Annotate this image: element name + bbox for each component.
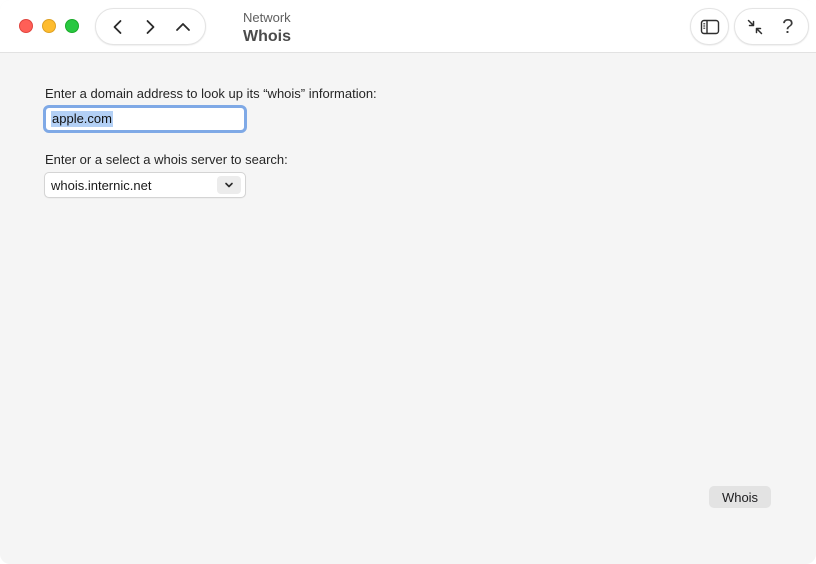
sidebar-toggle-icon [700, 19, 719, 34]
domain-input-value: apple.com [51, 111, 113, 127]
help-icon: ? [782, 15, 794, 38]
server-field-label: Enter or a select a whois server to sear… [45, 152, 288, 167]
chevron-left-icon [113, 19, 122, 34]
whois-server-combobox[interactable]: whois.internic.net [44, 172, 246, 198]
domain-input[interactable]: apple.com [43, 105, 247, 133]
zoom-window-button[interactable] [65, 19, 79, 33]
window-title-block: Network Whois [243, 10, 291, 47]
forward-button[interactable] [135, 12, 165, 42]
window-actions-group: ? [734, 8, 809, 45]
domain-field-label: Enter a domain address to look up its “w… [45, 86, 377, 101]
arrows-collapse-icon [748, 19, 763, 34]
help-button[interactable]: ? [773, 12, 803, 42]
title-bar: Network Whois ? [0, 0, 816, 53]
chevron-down-icon [225, 182, 233, 188]
app-window: Network Whois ? Enter a domain address t… [0, 0, 816, 564]
close-window-button[interactable] [19, 19, 33, 33]
section-subtitle: Network [243, 10, 291, 25]
navigation-group [95, 8, 206, 45]
collapse-button[interactable] [740, 12, 770, 42]
up-button[interactable] [168, 12, 198, 42]
sidebar-toggle-button[interactable] [690, 8, 729, 45]
whois-server-value: whois.internic.net [51, 177, 152, 193]
chevron-right-icon [147, 19, 155, 34]
chevron-up-icon [175, 22, 190, 31]
whois-button[interactable]: Whois [709, 486, 771, 508]
server-dropdown-button[interactable] [217, 176, 241, 194]
back-button[interactable] [103, 12, 133, 42]
minimize-window-button[interactable] [42, 19, 56, 33]
window-title: Whois [243, 28, 291, 45]
